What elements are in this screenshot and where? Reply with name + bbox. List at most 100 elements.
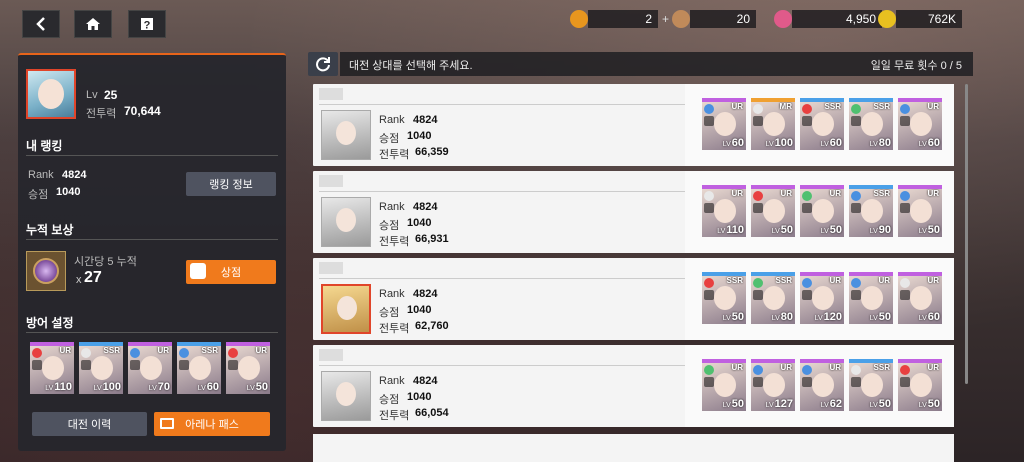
character-tile[interactable]: SSR LV50 [702,272,746,324]
character-tile[interactable]: UR LV62 [800,359,844,411]
opponent-power: 66,359 [415,146,449,158]
role-icon [851,203,861,213]
character-tile[interactable]: SSR LV50 [849,359,893,411]
plus-button[interactable]: + [662,12,669,26]
opponent-name [319,349,343,361]
character-tile[interactable]: UR LV50 [898,185,942,237]
refresh-button[interactable] [308,52,338,76]
resource-value: 20 [690,10,756,28]
character-tile[interactable]: SSR LV80 [751,272,795,324]
opponent-avatar [321,197,371,247]
svg-text:?: ? [144,20,151,32]
element-icon [900,191,910,201]
character-level: LV50 [820,224,842,236]
character-tile[interactable]: UR LV70 [128,342,172,394]
character-portrait [238,356,260,380]
role-icon [753,377,763,387]
character-tile[interactable]: SSR LV100 [79,342,123,394]
character-portrait [763,286,785,310]
character-tile[interactable]: UR LV50 [702,359,746,411]
opponent-row[interactable]: Rank 4824 승점 1040 전투력 66,931 UR LV110 UR LV… [313,171,954,253]
points-label: 승점 [379,133,400,145]
character-tile[interactable]: SSR LV60 [177,342,221,394]
rank-label: Rank [379,288,405,300]
character-tile[interactable]: SSR LV80 [849,98,893,150]
rarity-badge: UR [731,102,743,111]
daily-free-count: 일일 무료 횟수 0 / 5 [871,57,962,73]
element-icon [753,191,763,201]
character-tile[interactable]: SSR LV90 [849,185,893,237]
reward-desc: 시간당 5 누적 [74,256,137,268]
resource-medal[interactable]: 20 [672,9,756,29]
arena-pass-label: 아레나 패스 [185,419,239,431]
character-tile[interactable]: SSR LV60 [800,98,844,150]
opponent-row[interactable]: Rank 4824 승점 1040 전투력 62,760 SSR LV50 SSR L… [313,258,954,340]
rarity-badge: UR [927,276,939,285]
element-icon [704,365,714,375]
element-icon [753,365,763,375]
rank-label: Rank [379,114,405,126]
character-tile[interactable]: UR LV127 [751,359,795,411]
select-opponent-text: 대전 상대를 선택해 주세요. [349,60,473,72]
rarity-badge: UR [927,189,939,198]
character-level: LV120 [814,311,842,323]
rarity-badge: SSR [824,102,841,111]
character-tile[interactable]: UR LV60 [702,98,746,150]
character-tile[interactable]: UR LV50 [849,272,893,324]
opponent-row-partial [313,434,954,462]
element-icon [753,278,763,288]
character-tile[interactable]: MR LV100 [751,98,795,150]
scrollbar[interactable] [965,84,968,384]
divider [26,155,278,156]
points-value: 1040 [56,186,81,198]
opponent-name [319,262,343,274]
character-tile[interactable]: UR LV110 [702,185,746,237]
help-button[interactable]: ? [128,10,166,38]
character-level: LV80 [771,311,793,323]
divider [319,278,685,279]
element-icon [704,104,714,114]
shop-button[interactable]: 상점 [186,260,276,284]
role-icon [851,290,861,300]
power-label: 전투력 [379,323,410,335]
character-tile[interactable]: UR LV50 [751,185,795,237]
element-icon [753,104,763,114]
character-level: LV60 [722,137,744,149]
character-level: LV60 [918,137,940,149]
opponent-points: 1040 [407,130,432,142]
resource-coin[interactable]: 762K [878,9,962,29]
character-level: LV50 [722,311,744,323]
ranking-info-button[interactable]: 랭킹 정보 [186,172,276,196]
opponent-row[interactable]: Rank 4824 승점 1040 전투력 66,054 UR LV50 UR LV1… [313,345,954,427]
player-avatar[interactable] [26,69,76,119]
arena-pass-button[interactable]: 아레나 패스 [154,412,270,436]
character-level: LV50 [246,381,268,393]
opponent-name [319,88,343,100]
character-level: LV90 [869,224,891,236]
opponent-points: 1040 [407,304,432,316]
character-tile[interactable]: UR LV60 [898,98,942,150]
battle-history-button[interactable]: 대전 이력 [32,412,147,436]
home-button[interactable] [74,10,112,38]
character-tile[interactable]: UR LV120 [800,272,844,324]
character-level: LV50 [722,398,744,410]
divider [319,365,685,366]
player-power: 70,644 [124,104,161,118]
character-tile[interactable]: UR LV50 [226,342,270,394]
opponent-rank: 4824 [413,375,438,387]
resource-ticket[interactable]: 2 + [570,9,669,29]
character-tile[interactable]: UR LV60 [898,272,942,324]
opponent-row[interactable]: Rank 4824 승점 1040 전투력 66,359 UR LV60 MR LV1… [313,84,954,166]
character-portrait [763,199,785,223]
character-tile[interactable]: UR LV50 [800,185,844,237]
character-tile[interactable]: UR LV110 [30,342,74,394]
character-level: LV110 [45,381,72,393]
resource-gem[interactable]: 4,950+ [774,9,893,29]
role-icon [851,377,861,387]
element-icon [851,365,861,375]
rarity-badge: UR [927,102,939,111]
character-tile[interactable]: UR LV50 [898,359,942,411]
power-label: 전투력 [86,108,117,120]
back-button[interactable] [22,10,60,38]
role-icon [900,290,910,300]
